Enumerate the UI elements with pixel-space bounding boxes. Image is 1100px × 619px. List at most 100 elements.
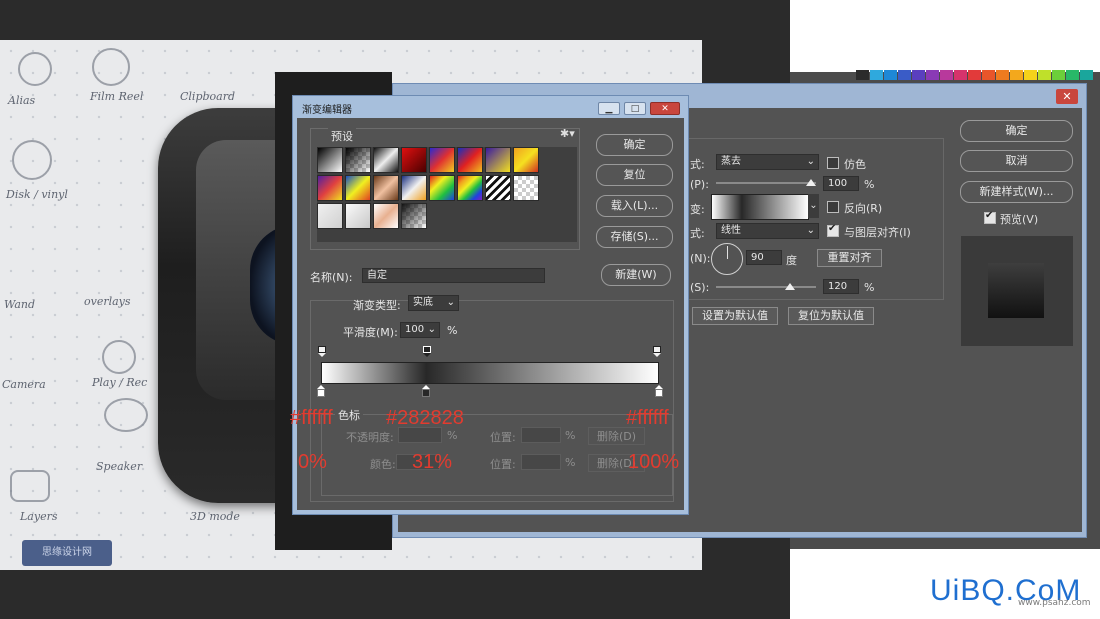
gradient-picker[interactable] <box>711 194 809 220</box>
sketch-label: Camera <box>2 378 46 391</box>
chevron-down-icon: ⌄ <box>806 156 815 167</box>
load-button[interactable]: 载入(L)... <box>596 195 673 217</box>
color-stop[interactable] <box>421 385 430 397</box>
preset-swatch[interactable] <box>401 147 427 173</box>
new-style-button[interactable]: 新建样式(W)... <box>960 181 1073 203</box>
preset-swatch[interactable] <box>457 147 483 173</box>
save-button[interactable]: 存储(S)... <box>596 226 673 248</box>
align-with-layer-label: 与图层对齐(I) <box>844 226 911 239</box>
preset-swatch[interactable] <box>485 175 511 201</box>
preset-swatch[interactable] <box>401 203 427 229</box>
color-location-label: 位置: <box>490 458 516 471</box>
percent-label: % <box>864 178 875 191</box>
scale-input[interactable]: 120 <box>823 279 859 294</box>
opacity-slider-thumb[interactable] <box>806 179 816 186</box>
percent-label: % <box>447 429 458 442</box>
style-preview-swatch <box>988 263 1044 318</box>
percent-label: % <box>565 456 576 469</box>
annotation-position-right: 100% <box>628 451 680 473</box>
sketch-label: Layers <box>20 510 58 523</box>
gradient-preview-bar[interactable] <box>321 362 659 384</box>
angle-input[interactable]: 90 <box>746 250 782 265</box>
stop-color-label: 颜色: <box>370 458 396 471</box>
set-as-default-button[interactable]: 设置为默认值 <box>692 307 778 325</box>
angle-dial[interactable] <box>711 243 743 275</box>
scale-label: (S): <box>690 281 710 294</box>
site-watermark: 思缘设计网 <box>22 540 112 566</box>
preset-swatch[interactable] <box>513 147 539 173</box>
annotation-color-mid: #282828 <box>386 407 464 429</box>
gear-icon[interactable]: ✱▾ <box>560 127 575 140</box>
dither-checkbox[interactable] <box>827 157 839 169</box>
cancel-button[interactable]: 取消 <box>960 150 1073 172</box>
preset-swatch[interactable] <box>317 147 343 173</box>
opacity-location-input[interactable] <box>521 427 561 443</box>
percent-label: % <box>565 429 576 442</box>
sketch-label: Disk / vinyl <box>6 188 68 201</box>
ok-button[interactable]: 确定 <box>960 120 1073 142</box>
preset-swatch[interactable] <box>345 203 371 229</box>
reset-to-default-button[interactable]: 复位为默认值 <box>788 307 874 325</box>
preset-swatch[interactable] <box>457 175 483 201</box>
smoothness-input[interactable]: 100 ⌄ <box>400 322 440 338</box>
reset-alignment-button[interactable]: 重置对齐 <box>817 249 882 267</box>
reverse-checkbox[interactable] <box>827 201 839 213</box>
smoothness-label: 平滑度(M): <box>343 326 398 339</box>
preset-swatch[interactable] <box>429 147 455 173</box>
preset-swatch[interactable] <box>485 147 511 173</box>
align-with-layer-checkbox[interactable] <box>827 223 839 237</box>
preset-swatch[interactable] <box>317 203 343 229</box>
sketch-icon <box>10 470 50 502</box>
preset-swatch[interactable] <box>345 147 371 173</box>
gradient-style-value: 线性 <box>721 225 741 236</box>
maximize-icon[interactable]: □ <box>624 102 646 115</box>
gradient-label: 变: <box>690 203 705 216</box>
preset-swatch[interactable] <box>513 175 539 201</box>
opacity-stop[interactable] <box>653 346 661 357</box>
color-stop[interactable] <box>655 385 663 397</box>
site-url: www.psahz.com <box>1018 598 1091 608</box>
color-stop[interactable] <box>317 385 325 397</box>
window-title: 渐变编辑器 <box>302 105 352 116</box>
preset-swatch[interactable] <box>317 175 343 201</box>
sketch-icon <box>92 48 130 86</box>
chevron-down-icon: ⌄ <box>446 297 455 308</box>
chevron-down-icon[interactable]: ⌄ <box>808 194 819 218</box>
color-location-input[interactable] <box>521 454 561 470</box>
preset-swatch[interactable] <box>429 175 455 201</box>
close-icon[interactable]: ✕ <box>650 102 680 115</box>
scale-slider[interactable] <box>716 286 816 288</box>
gradient-fill <box>322 363 658 383</box>
gradient-name-input[interactable]: 自定 <box>362 268 545 283</box>
opacity-input[interactable]: 100 <box>823 176 859 191</box>
reset-button[interactable]: 复位 <box>596 164 673 186</box>
style-label: 式: <box>690 227 705 240</box>
opacity-location-label: 位置: <box>490 431 516 444</box>
gradient-style-select[interactable]: 线性 ⌄ <box>716 223 819 239</box>
new-gradient-button[interactable]: 新建(W) <box>601 264 671 286</box>
gradient-type-select[interactable]: 实底 ⌄ <box>408 295 459 311</box>
preset-swatch[interactable] <box>401 175 427 201</box>
gradient-type-value: 实底 <box>413 297 433 308</box>
opacity-stop[interactable] <box>423 346 431 357</box>
preset-swatch[interactable] <box>373 175 399 201</box>
opacity-stop[interactable] <box>318 346 326 357</box>
sketch-label: Wand <box>4 298 36 311</box>
preview-checkbox[interactable] <box>984 210 996 224</box>
minimize-icon[interactable]: ▁ <box>598 102 620 115</box>
opacity-slider[interactable] <box>716 182 816 184</box>
preset-swatch[interactable] <box>373 203 399 229</box>
scale-slider-thumb[interactable] <box>785 283 795 290</box>
close-icon[interactable]: ✕ <box>1056 89 1078 104</box>
annotation-color-right: #ffffff <box>626 407 669 429</box>
chevron-down-icon: ⌄ <box>806 225 815 236</box>
percent-label: % <box>864 281 875 294</box>
blend-mode-value: 蒸去 <box>721 156 741 167</box>
ok-button[interactable]: 确定 <box>596 134 673 156</box>
preset-swatch[interactable] <box>345 175 371 201</box>
preset-swatch[interactable] <box>373 147 399 173</box>
sketch-label: Clipboard <box>180 90 236 103</box>
name-label: 名称(N): <box>310 271 353 284</box>
blend-mode-select[interactable]: 蒸去 ⌄ <box>716 154 819 170</box>
swatches-strip <box>856 70 1096 80</box>
